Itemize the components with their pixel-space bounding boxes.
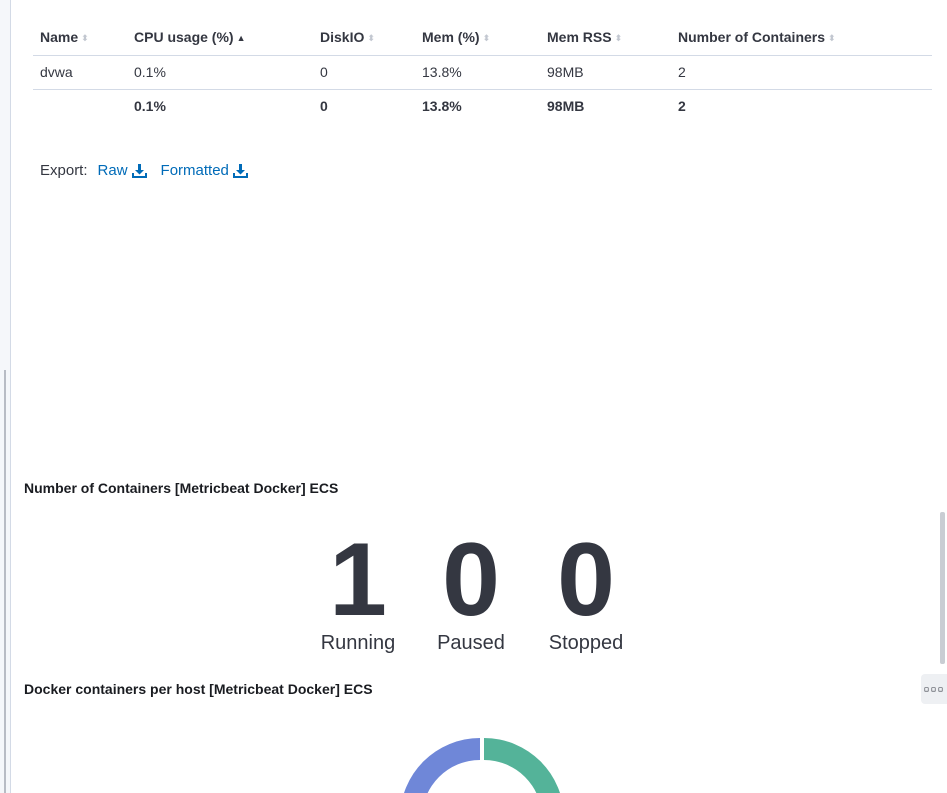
sort-icon: ⬍ [614, 32, 623, 43]
download-icon [232, 163, 248, 178]
sort-icon: ⬍ [81, 32, 89, 43]
download-icon [131, 163, 147, 178]
export-formatted-link[interactable]: Formatted [161, 162, 248, 179]
sort-icon: ⬍ [367, 32, 375, 43]
table-row: dvwa 0.1% 0 13.8% 98MB 2 [33, 55, 932, 90]
total-mem-rss: 98MB [547, 98, 585, 114]
metric-value: 0 [557, 522, 615, 638]
column-header-mem-rss[interactable]: Mem RSS ⬍ [540, 20, 671, 56]
metric-running: 1 Running [310, 528, 406, 655]
cell-name[interactable]: dvwa [33, 55, 127, 90]
donut-slice-a[interactable] [400, 738, 480, 793]
cell-cpu: 0.1% [127, 55, 313, 90]
metric-label: Paused [437, 632, 505, 654]
total-cpu: 0.1% [134, 98, 166, 114]
donut-slice-b[interactable] [484, 738, 564, 793]
more-dots-icon: ▫▫▫ [923, 683, 945, 695]
table-header-row: Name ⬍ CPU usage (%) ▲ DiskIO ⬍ Mem (%) ⬍ Me… [33, 20, 932, 56]
metric-paused: 0 Paused [423, 528, 519, 655]
panel-options-button[interactable]: ▫▫▫ [921, 674, 947, 704]
sort-icon: ⬍ [828, 32, 836, 43]
column-header-cpu[interactable]: CPU usage (%) ▲ [127, 20, 313, 56]
metric-value: 1 [329, 522, 387, 638]
export-label: Export: [40, 162, 88, 179]
column-header-mem-pct[interactable]: Mem (%) ⬍ [415, 20, 540, 56]
table-total-row: 0.1% 0 13.8% 98MB 2 [33, 90, 932, 124]
cell-mem-pct: 13.8% [415, 55, 540, 90]
sort-icon: ⬍ [482, 32, 491, 43]
total-mem-pct: 13.8% [422, 98, 462, 114]
total-containers: 2 [678, 98, 686, 114]
export-raw-link[interactable]: Raw [98, 162, 147, 179]
cell-containers: 2 [671, 55, 932, 90]
column-header-diskio[interactable]: DiskIO ⬍ [313, 20, 415, 56]
metric-label: Running [320, 632, 396, 654]
containers-table: Name ⬍ CPU usage (%) ▲ DiskIO ⬍ Mem (%) ⬍ Me… [33, 20, 932, 123]
containers-metrics: 1 Running 0 Paused 0 Stopped [0, 528, 947, 658]
total-diskio: 0 [320, 98, 328, 114]
metric-stopped: 0 Stopped [536, 528, 636, 655]
column-header-name[interactable]: Name ⬍ [33, 20, 127, 56]
metric-label: Stopped [548, 632, 624, 654]
sort-ascending-icon: ▲ [236, 33, 246, 44]
column-header-containers[interactable]: Number of Containers ⬍ [671, 20, 932, 56]
donut-chart [400, 738, 564, 793]
metric-value: 0 [442, 522, 500, 638]
containers-panel-title: Number of Containers [Metricbeat Docker]… [24, 480, 339, 496]
cell-mem-rss: 98MB [540, 55, 671, 90]
cell-diskio: 0 [313, 55, 415, 90]
export-bar: Export: Raw Formatted [40, 162, 262, 179]
total-name [33, 90, 127, 124]
hosts-panel-title: Docker containers per host [Metricbeat D… [24, 681, 373, 697]
